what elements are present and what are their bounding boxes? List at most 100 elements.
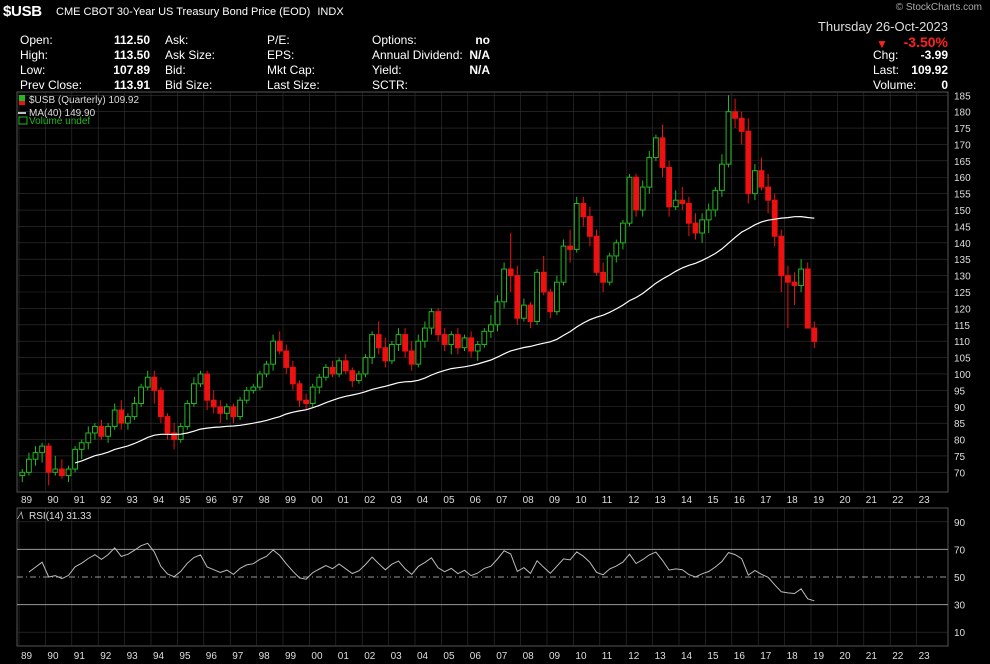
price-tick-label: 90: [954, 403, 966, 414]
candle-body: [626, 176, 633, 224]
candle-body: [422, 327, 428, 342]
year-tick-label: 14: [681, 651, 693, 662]
candle-body: [679, 199, 686, 204]
year-tick-label: 97: [232, 651, 244, 662]
price-tick-label: 130: [954, 272, 971, 283]
year-tick-label: 17: [760, 651, 772, 662]
year-axis-top: 89 90 91 92 93 94 95 96 97 98 99 00 01 02 03 04 05 06 07 08…: [21, 495, 930, 506]
candle-body: [184, 402, 191, 427]
price-tick-label: 100: [954, 370, 971, 381]
price-tick-label: 145: [954, 222, 971, 233]
candle-body: [732, 111, 739, 119]
year-tick-label: 21: [866, 495, 878, 506]
year-tick-label: 14: [681, 495, 693, 506]
candle-body: [435, 311, 442, 336]
price-legend: $USB (Quarterly) 109.92 MA(40) 149.90 Vo…: [18, 95, 139, 127]
candle-body: [349, 370, 356, 382]
year-tick-label: 10: [575, 495, 587, 506]
candle-body: [197, 373, 204, 385]
candle-body: [560, 245, 567, 283]
year-tick-label: 09: [549, 495, 561, 506]
candle-body: [527, 304, 534, 323]
year-tick-label: 11: [602, 651, 613, 662]
candle-body: [32, 452, 39, 460]
price-legend-text: $USB (Quarterly) 109.92: [29, 95, 139, 106]
candle-body: [303, 399, 310, 404]
candle-body: [263, 363, 270, 375]
candle-body: [811, 327, 818, 342]
candle-body: [177, 425, 184, 441]
year-tick-label: 90: [47, 495, 59, 506]
candle-body: [323, 366, 329, 378]
year-tick-label: 96: [206, 651, 218, 662]
candle-body: [567, 245, 574, 250]
price-tick-label: 160: [954, 173, 971, 184]
year-tick-label: 07: [496, 495, 508, 506]
price-tick-label: 95: [954, 386, 966, 397]
year-tick-label: 16: [734, 495, 746, 506]
price-tick-label: 115: [954, 321, 970, 332]
candle-body: [230, 406, 237, 418]
year-tick-label: 95: [179, 651, 191, 662]
candle-body: [125, 416, 131, 424]
price-tick-label: 150: [954, 206, 971, 217]
candle-body: [164, 416, 171, 434]
candle-body: [415, 340, 422, 365]
rsi-tick-label: 50: [954, 573, 966, 584]
price-tick-label: 105: [954, 354, 971, 365]
year-tick-label: 91: [74, 495, 86, 506]
candle-body: [725, 111, 732, 165]
candle-body: [758, 170, 765, 188]
price-tick-label: 135: [954, 255, 971, 266]
price-tick-label: 140: [954, 239, 971, 250]
year-tick-label: 20: [839, 495, 851, 506]
candle-body: [600, 271, 607, 283]
candle-body: [521, 304, 527, 319]
candle-body: [547, 291, 554, 313]
candle-body: [144, 376, 151, 388]
candle-body: [237, 399, 243, 418]
year-tick-label: 23: [919, 651, 931, 662]
candle-body: [745, 130, 752, 195]
year-tick-label: 23: [919, 495, 931, 506]
candle-body: [633, 176, 640, 211]
year-tick-label: 20: [839, 651, 851, 662]
candle-body: [501, 268, 508, 303]
candle-body: [771, 199, 778, 237]
candle-body: [342, 360, 349, 372]
rsi-tick-label: 90: [954, 518, 966, 529]
candle-body: [699, 219, 706, 234]
rsi-tick-label: 10: [954, 628, 966, 639]
candle-body: [402, 334, 409, 352]
candle-body: [389, 343, 395, 362]
year-tick-label: 01: [338, 495, 350, 506]
candle-body: [455, 334, 461, 349]
year-tick-label: 15: [707, 495, 719, 506]
year-tick-label: 13: [655, 651, 667, 662]
year-tick-label: 21: [866, 651, 878, 662]
year-tick-label: 92: [100, 495, 112, 506]
candle-body: [554, 281, 560, 313]
candle-body: [270, 340, 277, 365]
year-tick-label: 93: [127, 495, 139, 506]
year-tick-label: 04: [417, 651, 429, 662]
candle-body: [507, 268, 514, 277]
candle-body: [224, 406, 230, 414]
candle-body: [686, 202, 692, 224]
candle-body: [191, 383, 197, 404]
year-tick-label: 90: [47, 651, 59, 662]
year-tick-label: 05: [443, 651, 455, 662]
year-tick-label: 92: [100, 651, 112, 662]
year-tick-label: 08: [523, 651, 535, 662]
year-tick-label: 99: [285, 495, 297, 506]
price-tick-label: 120: [954, 304, 971, 315]
year-tick-label: 98: [259, 495, 271, 506]
year-tick-label: 22: [892, 495, 904, 506]
candle-body: [39, 445, 46, 454]
candle-body: [118, 409, 125, 424]
candle-body: [72, 448, 78, 470]
candle-body: [659, 137, 666, 168]
candle-body: [428, 311, 435, 329]
candle-body: [587, 216, 593, 237]
candle-body: [26, 458, 32, 473]
